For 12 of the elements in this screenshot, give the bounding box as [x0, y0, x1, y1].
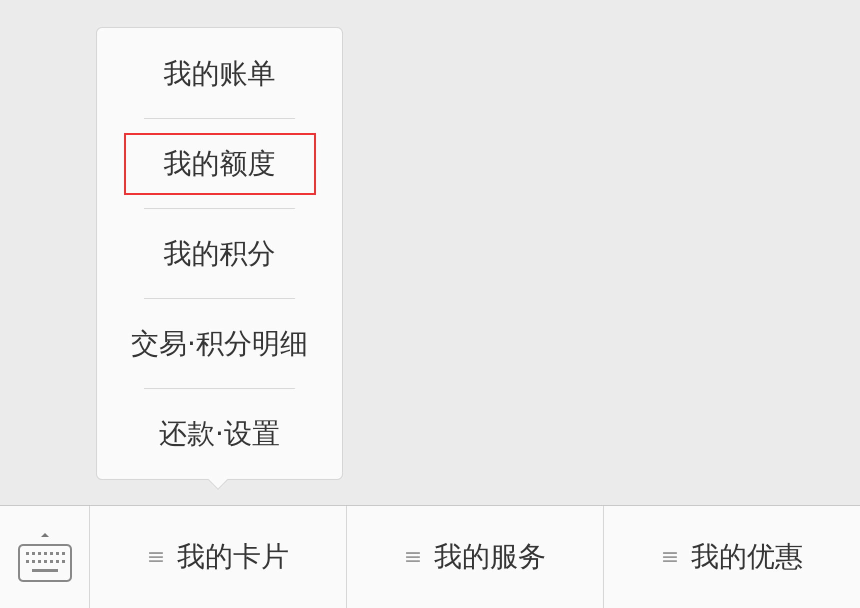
menu-item[interactable]: 还款·设置: [119, 402, 320, 464]
menu-icon: ≡: [404, 544, 422, 570]
menu-item[interactable]: 我的账单: [124, 42, 316, 104]
menu-tab[interactable]: ≡ 我的卡片: [90, 506, 347, 608]
menu-tab[interactable]: ≡ 我的服务: [347, 506, 604, 608]
menu-tab[interactable]: ≡ 我的优惠: [604, 506, 860, 608]
menu-icon: ≡: [660, 544, 680, 570]
menu-item[interactable]: 我的积分: [124, 222, 316, 284]
menu-item[interactable]: 交易·积分明细: [91, 312, 348, 374]
menu-item[interactable]: 我的额度: [124, 132, 316, 194]
menu-icon: ≡: [146, 544, 166, 570]
keyboard-icon: [18, 531, 72, 583]
